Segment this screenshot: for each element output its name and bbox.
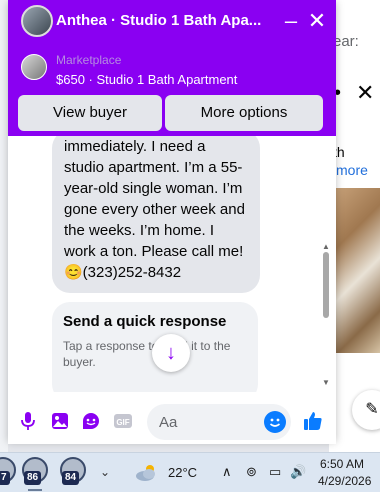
listing-banner[interactable]: Marketplace $650 · Studio 1 Bath Apartme… bbox=[8, 44, 336, 92]
message-list[interactable]: immediately. I need a studio apartment. … bbox=[8, 136, 336, 392]
scroll-up-arrow-icon[interactable]: ▲ bbox=[322, 242, 330, 251]
cloud-sun-icon[interactable] bbox=[134, 463, 160, 483]
scrollbar-thumb[interactable] bbox=[323, 252, 329, 318]
background-see-more-link[interactable]: more bbox=[336, 162, 368, 178]
close-icon[interactable]: ✕ bbox=[304, 8, 330, 34]
more-options-button[interactable]: More options bbox=[165, 95, 323, 131]
emoji-icon[interactable] bbox=[264, 411, 286, 433]
show-hidden-icons-icon[interactable]: ∧ bbox=[222, 464, 232, 480]
background-close-icon[interactable]: ✕ bbox=[356, 80, 374, 106]
app-badge: 7 bbox=[0, 471, 10, 485]
clock-time[interactable]: 6:50 AM bbox=[320, 457, 364, 471]
minimize-icon[interactable]: – bbox=[278, 8, 304, 34]
taskbar: 7 86 84 ⌄ 22°C ∧ ⊚ ▭ 🔊 6:50 AM 4/29/2026 bbox=[0, 452, 380, 492]
taskbar-app-3[interactable]: 84 bbox=[58, 457, 88, 489]
microphone-icon[interactable] bbox=[17, 410, 39, 432]
message-input-placeholder: Aa bbox=[159, 414, 178, 431]
chat-header[interactable]: Anthea · Studio 1 Bath Apa... – ✕ bbox=[8, 0, 336, 44]
app-badge: 86 bbox=[24, 471, 42, 485]
active-indicator bbox=[28, 489, 42, 491]
clock-date[interactable]: 4/29/2026 bbox=[318, 474, 371, 488]
listing-thumbnail bbox=[21, 54, 47, 80]
taskbar-app-2[interactable]: 86 bbox=[20, 457, 50, 491]
composer: GIF Aa bbox=[8, 400, 336, 444]
message-bubble: immediately. I need a studio apartment. … bbox=[52, 136, 260, 293]
photo-icon[interactable] bbox=[49, 410, 71, 432]
view-buyer-button[interactable]: View buyer bbox=[18, 95, 162, 131]
action-bar: View buyer More options bbox=[8, 92, 336, 136]
background-label: ear: bbox=[333, 33, 359, 50]
svg-text:GIF: GIF bbox=[116, 418, 129, 427]
message-input[interactable]: Aa bbox=[147, 404, 291, 440]
sticker-icon[interactable] bbox=[80, 410, 102, 432]
meet-now-icon[interactable]: ⊚ bbox=[246, 464, 257, 480]
taskbar-app-1[interactable]: 7 bbox=[0, 457, 18, 489]
avatar[interactable] bbox=[21, 5, 53, 37]
gif-icon[interactable]: GIF bbox=[112, 410, 134, 432]
chat-title[interactable]: Anthea · Studio 1 Bath Apa... bbox=[56, 12, 278, 29]
listing-source: Marketplace bbox=[56, 53, 122, 67]
chevron-down-icon[interactable]: ⌄ bbox=[100, 465, 110, 479]
scrollbar[interactable]: ▲ ▼ bbox=[322, 136, 330, 392]
scroll-down-button[interactable]: ↓ bbox=[152, 334, 190, 372]
temperature-label[interactable]: 22°C bbox=[168, 465, 197, 480]
quick-response-title: Send a quick response bbox=[63, 313, 227, 330]
left-strip bbox=[0, 0, 8, 452]
app-badge: 84 bbox=[62, 471, 80, 485]
chat-window: Anthea · Studio 1 Bath Apa... – ✕ Market… bbox=[8, 0, 336, 444]
volume-icon[interactable]: 🔊 bbox=[290, 464, 306, 480]
listing-photo[interactable] bbox=[333, 188, 380, 353]
thumbs-up-icon[interactable] bbox=[302, 410, 324, 432]
listing-title: $650 · Studio 1 Bath Apartment bbox=[56, 72, 238, 87]
scroll-down-arrow-icon[interactable]: ▼ bbox=[322, 378, 330, 387]
network-icon[interactable]: ▭ bbox=[269, 464, 281, 480]
